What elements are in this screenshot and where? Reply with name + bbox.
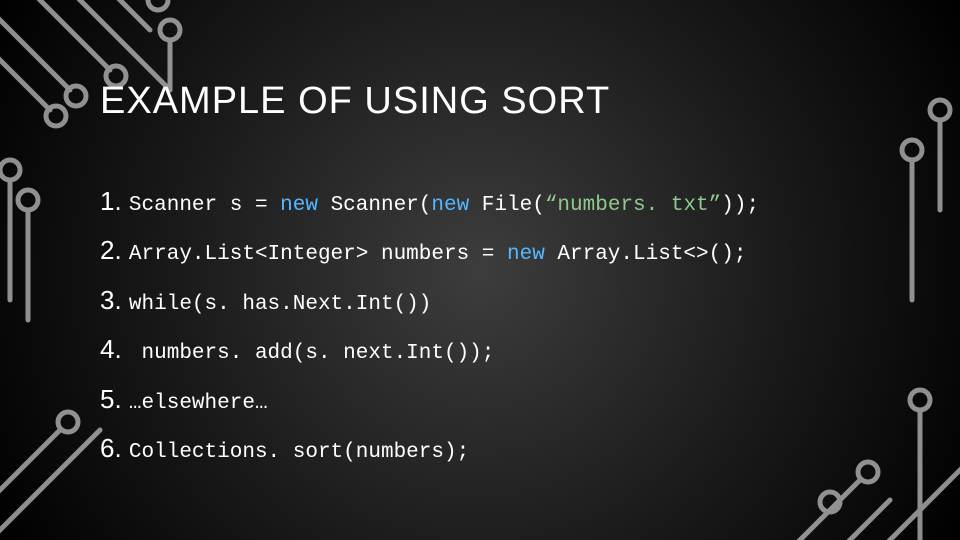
slide: EXAMPLE OF USING SORT Scanner s = new Sc… [0,0,960,540]
code-line-4: numbers. add(s. next.Int()); [100,325,900,374]
code-line-1: Scanner s = new Scanner(new File(“number… [100,177,900,226]
keyword-new: new [431,194,469,217]
code-text: numbers. add(s. next.Int()); [129,342,494,365]
code-text: Scanner s = [129,194,280,217]
code-line-3: while(s. has.Next.Int()) [100,276,900,325]
code-line-5: …elsewhere… [100,375,900,424]
code-text: …elsewhere… [129,392,268,415]
slide-content: EXAMPLE OF USING SORT Scanner s = new Sc… [100,80,900,473]
code-line-6: Collections. sort(numbers); [100,424,900,473]
code-text: Array.List<>(); [545,243,747,266]
slide-title: EXAMPLE OF USING SORT [100,80,900,123]
code-text: Array.List<Integer> numbers = [129,243,507,266]
keyword-new: new [507,243,545,266]
code-text: while(s. has.Next.Int()) [129,293,431,316]
code-text: Collections. sort(numbers); [129,441,469,464]
code-text: )); [721,194,759,217]
code-line-2: Array.List<Integer> numbers = new Array.… [100,226,900,275]
keyword-new: new [280,194,318,217]
string-literal: “numbers. txt” [545,194,721,217]
code-block: Scanner s = new Scanner(new File(“number… [100,177,900,473]
code-text: Scanner( [318,194,431,217]
code-text: File( [469,194,545,217]
